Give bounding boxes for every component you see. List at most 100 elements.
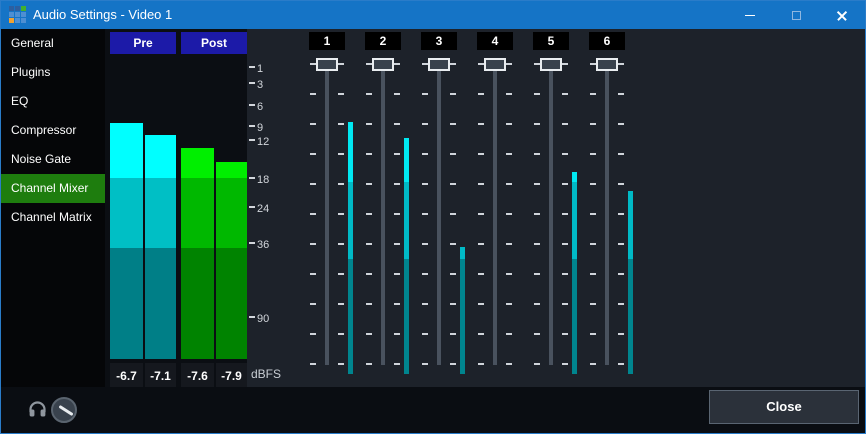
fader-handle[interactable] — [540, 58, 562, 71]
fader-track[interactable] — [605, 58, 609, 365]
fader-ticks-right — [562, 63, 568, 391]
fader-ticks-left — [478, 63, 484, 391]
channel-level-meter — [404, 138, 409, 374]
channel-3: 3 — [411, 29, 467, 387]
pre-left-db-value: -6.7 — [110, 363, 143, 389]
channel-number: 5 — [533, 32, 569, 50]
scale-label: 3 — [249, 79, 263, 91]
close-button[interactable]: Close — [709, 390, 859, 424]
fader-ticks-right — [394, 63, 400, 391]
app-icon — [9, 6, 26, 23]
window-title: Audio Settings - Video 1 — [33, 1, 172, 29]
scale-label: 90 — [249, 313, 269, 325]
close-icon — [836, 9, 848, 21]
post-left-db-value: -7.6 — [181, 363, 214, 389]
scale-label: 18 — [249, 174, 269, 186]
channel-number: 1 — [309, 32, 345, 50]
fader-ticks-left — [366, 63, 372, 391]
footer-bar: Close — [1, 387, 865, 433]
scale-tick-icon — [249, 316, 255, 318]
fader-ticks-right — [506, 63, 512, 391]
post-meter-right-bar — [216, 162, 247, 359]
post-meter-left — [181, 57, 214, 359]
minimize-icon — [745, 15, 755, 16]
sidebar-item-channel-mixer[interactable]: Channel Mixer — [1, 174, 105, 203]
sidebar-item-noise-gate[interactable]: Noise Gate — [1, 145, 105, 174]
fader-track[interactable] — [325, 58, 329, 365]
sidebar-item-compressor[interactable]: Compressor — [1, 116, 105, 145]
sidebar-item-channel-matrix[interactable]: Channel Matrix — [1, 203, 105, 232]
post-meter-header: Post — [181, 32, 247, 54]
audio-settings-window: Audio Settings - Video 1 General Plugins… — [0, 0, 866, 434]
channel-mixer-panel: 1 3 6 9 12 18 24 36 90 dBFS 1 2 3 — [247, 29, 865, 387]
headphone-volume-knob[interactable] — [51, 397, 77, 423]
fader-handle[interactable] — [428, 58, 450, 71]
close-window-button[interactable] — [819, 1, 865, 29]
scale-tick-icon — [249, 242, 255, 244]
scale-label: 1 — [249, 63, 263, 75]
vu-meter-panel: Pre Post -6.7 -7.1 -7.6 -7.9 — [105, 29, 247, 393]
scale-tick-icon — [249, 82, 255, 84]
fader-ticks-right — [618, 63, 624, 391]
dbfs-unit-label: dBFS — [251, 367, 281, 381]
channel-level-meter — [628, 191, 633, 374]
scale-label: 6 — [249, 101, 263, 113]
channel-number: 2 — [365, 32, 401, 50]
pre-meter-right-bar — [145, 135, 176, 359]
sidebar-item-general[interactable]: General — [1, 29, 105, 58]
fader-ticks-right — [338, 63, 344, 391]
scale-tick-icon — [249, 177, 255, 179]
channel-number: 6 — [589, 32, 625, 50]
fader-handle[interactable] — [484, 58, 506, 71]
post-meter-left-bar — [181, 148, 214, 359]
pre-meter-header: Pre — [110, 32, 176, 54]
channel-2: 2 — [355, 29, 411, 387]
channel-1: 1 — [299, 29, 355, 387]
scale-label: 24 — [249, 203, 269, 215]
post-meter-right — [216, 57, 247, 359]
maximize-button — [773, 1, 819, 29]
fader-handle[interactable] — [372, 58, 394, 71]
channel-6: 6 — [579, 29, 635, 387]
channel-level-meter — [460, 247, 465, 374]
fader-track[interactable] — [381, 58, 385, 365]
scale-tick-icon — [249, 104, 255, 106]
post-right-db-value: -7.9 — [216, 363, 247, 389]
fader-ticks-right — [450, 63, 456, 391]
scale-tick-icon — [249, 206, 255, 208]
scale-label: 12 — [249, 136, 269, 148]
fader-track[interactable] — [549, 58, 553, 365]
channel-level-meter — [348, 122, 353, 374]
fader-ticks-left — [310, 63, 316, 391]
fader-ticks-left — [534, 63, 540, 391]
knob-indicator-icon — [58, 405, 73, 416]
channel-5: 5 — [523, 29, 579, 387]
fader-ticks-left — [590, 63, 596, 391]
scale-tick-icon — [249, 139, 255, 141]
titlebar[interactable]: Audio Settings - Video 1 — [1, 1, 865, 29]
maximize-icon — [792, 11, 801, 20]
channel-number: 4 — [477, 32, 513, 50]
channel-4: 4 — [467, 29, 523, 387]
pre-meter-right — [145, 57, 176, 359]
sidebar-item-eq[interactable]: EQ — [1, 87, 105, 116]
sidebar-item-plugins[interactable]: Plugins — [1, 58, 105, 87]
scale-tick-icon — [249, 66, 255, 68]
fader-track[interactable] — [437, 58, 441, 365]
scale-label: 36 — [249, 239, 269, 251]
headphones-icon[interactable] — [27, 399, 48, 420]
scale-label: 9 — [249, 122, 263, 134]
pre-meter-left-bar — [110, 123, 143, 359]
minimize-button[interactable] — [727, 1, 773, 29]
pre-right-db-value: -7.1 — [145, 363, 176, 389]
window-controls — [727, 1, 865, 29]
fader-ticks-left — [422, 63, 428, 391]
scale-tick-icon — [249, 125, 255, 127]
pre-meter-left — [110, 57, 143, 359]
channel-number: 3 — [421, 32, 457, 50]
fader-track[interactable] — [493, 58, 497, 365]
sidebar: General Plugins EQ Compressor Noise Gate… — [1, 29, 105, 434]
fader-handle[interactable] — [316, 58, 338, 71]
fader-handle[interactable] — [596, 58, 618, 71]
channel-level-meter — [572, 172, 577, 374]
